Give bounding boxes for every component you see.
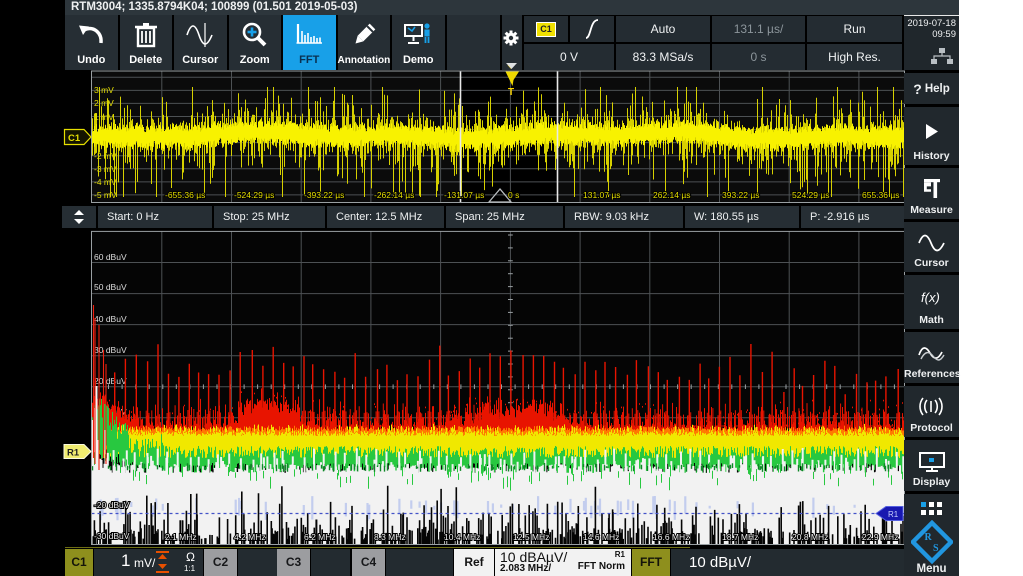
- svg-text:6.2 MHz: 6.2 MHz: [304, 532, 336, 542]
- svg-text:R1: R1: [67, 448, 80, 459]
- svg-text:8.3 MHz: 8.3 MHz: [374, 532, 406, 542]
- svg-text:18.7 MHz: 18.7 MHz: [722, 532, 758, 542]
- svg-text:S: S: [933, 543, 939, 554]
- svg-text:-20 dBuV: -20 dBuV: [94, 500, 130, 510]
- svg-text:R1: R1: [888, 510, 899, 519]
- svg-text:4.2 MHz: 4.2 MHz: [234, 532, 266, 542]
- svg-text:16.6 MHz: 16.6 MHz: [653, 532, 689, 542]
- svg-text:60 dBuV: 60 dBuV: [94, 252, 127, 262]
- svg-text:2.1 MHz: 2.1 MHz: [165, 532, 197, 542]
- svg-text:R: R: [925, 532, 933, 543]
- svg-text:20.8 MHz: 20.8 MHz: [792, 532, 828, 542]
- svg-text:12.5 MHz: 12.5 MHz: [513, 532, 549, 542]
- svg-text:f(x): f(x): [921, 290, 940, 305]
- svg-text:40 dBuV: 40 dBuV: [94, 314, 127, 324]
- svg-text:22.9 MHz: 22.9 MHz: [862, 532, 898, 542]
- svg-text:-30 dBuV: -30 dBuV: [94, 531, 130, 541]
- svg-text:14.6 MHz: 14.6 MHz: [583, 532, 619, 542]
- svg-text:10.4 MHz: 10.4 MHz: [444, 532, 480, 542]
- svg-text:50 dBuV: 50 dBuV: [94, 282, 127, 292]
